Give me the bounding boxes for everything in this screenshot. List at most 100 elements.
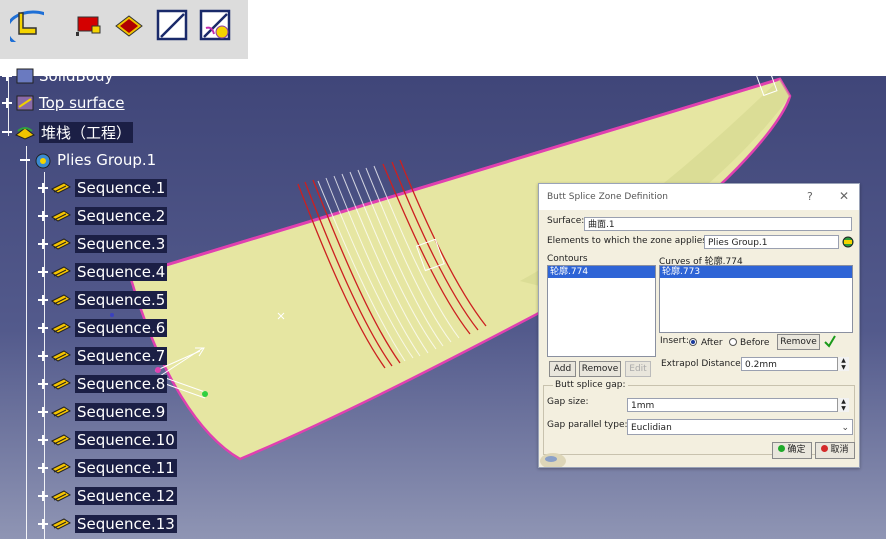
stack-icon (15, 127, 35, 140)
sequence-icon (51, 434, 71, 446)
composite-zone-icon[interactable] (198, 8, 232, 42)
sequence-icon (51, 378, 71, 390)
tree-item-sequence[interactable]: Sequence.4 (38, 261, 168, 283)
dialog-titlebar[interactable]: Butt Splice Zone Definition ? ✕ (539, 184, 859, 210)
cancel-button[interactable]: 取消 (815, 442, 855, 459)
expand-icon[interactable] (2, 71, 12, 81)
after-radio[interactable] (689, 338, 697, 346)
collapse-icon[interactable] (20, 155, 30, 165)
tree-item-sequence[interactable]: Sequence.5 (38, 289, 168, 311)
tree-item-label: Sequence.8 (75, 375, 168, 393)
tree-item-label: Sequence.13 (75, 515, 177, 533)
gap-type-label: Gap parallel type: (547, 420, 628, 430)
add-button[interactable]: Add (549, 361, 576, 377)
remove-contour-button[interactable]: Remove (579, 361, 621, 377)
expand-icon[interactable] (38, 183, 48, 193)
ok-icon (778, 445, 786, 452)
extrapol-spinner[interactable]: ▲ ▼ (837, 357, 849, 371)
tree-item-label: Sequence.2 (75, 207, 168, 225)
sequence-icon (51, 406, 71, 418)
collapse-icon[interactable] (2, 127, 12, 137)
expand-icon[interactable] (38, 267, 48, 277)
contours-list[interactable]: 轮廓.774 (547, 265, 656, 357)
ply-book-icon[interactable] (112, 8, 146, 42)
sequence-icon (51, 462, 71, 474)
help-button[interactable]: ? (807, 190, 813, 203)
tree-item-sequence[interactable]: Sequence.9 (38, 401, 168, 423)
chevron-down-icon[interactable]: ⌄ (841, 420, 849, 434)
expand-icon[interactable] (38, 211, 48, 221)
expand-icon[interactable] (38, 351, 48, 361)
after-label: After (701, 338, 723, 348)
butt-splice-zone-dialog: Butt Splice Zone Definition ? ✕ Surface:… (538, 183, 860, 468)
dialog-title: Butt Splice Zone Definition (547, 192, 668, 202)
gap-type-select[interactable]: Euclidian ⌄ (627, 419, 853, 435)
tree-item-plies-group[interactable]: Plies Group.1 (20, 149, 156, 171)
extrapol-field[interactable]: 0.2mm (741, 357, 849, 371)
checkmark-icon[interactable] (824, 334, 836, 348)
tree-item-sequence[interactable]: Sequence.8 (38, 373, 168, 395)
tree-item-sequence[interactable]: Sequence.6 (38, 317, 168, 339)
list-item[interactable]: 轮廓.774 (548, 266, 655, 278)
sequence-icon (51, 266, 71, 278)
curves-list[interactable]: 轮廓.773 (659, 265, 853, 333)
tree-item-label: Sequence.3 (75, 235, 168, 253)
tree-item-sequence[interactable]: Sequence.10 (38, 429, 177, 451)
gap-type-value: Euclidian (631, 423, 672, 433)
expand-icon[interactable] (38, 463, 48, 473)
insert-label: Insert: (660, 336, 689, 346)
expand-icon[interactable] (38, 295, 48, 305)
edit-button[interactable]: Edit (625, 361, 651, 377)
solidbody-icon (16, 68, 34, 84)
elements-label: Elements to which the zone applies: (547, 236, 710, 246)
cancel-label: 取消 (830, 445, 849, 455)
specification-tree: SolidBody Top surface 堆栈（工程） Plies Group… (0, 67, 260, 539)
tree-item-sequence[interactable]: Sequence.13 (38, 513, 177, 535)
surface-label: Surface: (547, 216, 585, 226)
list-item[interactable]: 轮廓.773 (660, 266, 852, 278)
tree-item-sequence[interactable]: Sequence.1 (38, 177, 168, 199)
tree-item-label: Sequence.9 (75, 403, 168, 421)
expand-icon[interactable] (38, 519, 48, 529)
tree-item-sequence[interactable]: Sequence.3 (38, 233, 168, 255)
ok-button[interactable]: 确定 (772, 442, 812, 459)
flag-icon[interactable] (72, 8, 106, 42)
expand-icon[interactable] (2, 98, 12, 108)
expand-icon[interactable] (38, 379, 48, 389)
tree-item-stack[interactable]: 堆栈（工程） (2, 121, 134, 143)
sequence-icon (51, 518, 71, 530)
expand-icon[interactable] (38, 239, 48, 249)
sequence-icon (51, 238, 71, 250)
slash-square-icon[interactable] (155, 8, 189, 42)
tree-item-sequence[interactable]: Sequence.2 (38, 205, 168, 227)
tree-item-label: Sequence.12 (75, 487, 177, 505)
remove-curve-button[interactable]: Remove (777, 334, 820, 350)
before-radio[interactable] (729, 338, 737, 346)
tree-item-label: Plies Group.1 (57, 151, 157, 169)
extrapol-label: Extrapol Distance: (661, 359, 744, 369)
selector-icon[interactable] (841, 235, 855, 249)
tree-item-label: Sequence.7 (75, 347, 168, 365)
close-button[interactable]: ✕ (839, 189, 849, 203)
gap-size-spinner[interactable]: ▲ ▼ (837, 398, 849, 412)
surface-field[interactable]: 曲面.1 (584, 217, 852, 231)
tree-item-sequence[interactable]: Sequence.7 (38, 345, 168, 367)
expand-icon[interactable] (38, 407, 48, 417)
gap-size-field[interactable]: 1mm (627, 398, 849, 412)
tree-item-label: Sequence.5 (75, 291, 168, 309)
tree-item-label: Top surface (39, 94, 125, 112)
tree-item-sequence[interactable]: Sequence.11 (38, 457, 177, 479)
tree-item-sequence[interactable]: Sequence.12 (38, 485, 177, 507)
sequence-icon (51, 294, 71, 306)
tree-item-solidbody[interactable]: SolidBody (2, 65, 113, 87)
tree-item-label: Sequence.11 (75, 459, 177, 477)
tree-item-top-surface[interactable]: Top surface (2, 92, 125, 114)
catia-logo-icon (540, 453, 566, 467)
tree-connector (26, 146, 27, 539)
expand-icon[interactable] (38, 435, 48, 445)
ply-table-icon[interactable] (10, 8, 44, 42)
tree-item-label: SolidBody (39, 67, 114, 85)
expand-icon[interactable] (38, 491, 48, 501)
expand-icon[interactable] (38, 323, 48, 333)
elements-field[interactable]: Plies Group.1 (704, 235, 839, 249)
